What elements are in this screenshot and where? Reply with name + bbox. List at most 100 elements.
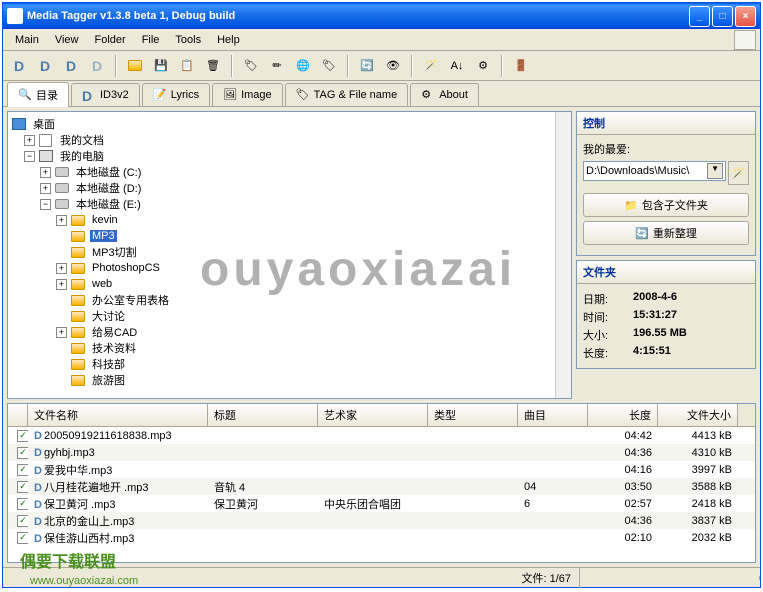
tree-discuss[interactable]: 大讨论 xyxy=(12,308,567,324)
save-icon[interactable]: 💾 xyxy=(149,54,173,78)
table-row[interactable]: ✓ D保佳游山西村.mp3 02:10 2032 kB xyxy=(8,529,755,546)
tree-science[interactable]: 科技部 xyxy=(12,356,567,372)
delete-icon[interactable]: 🗑 xyxy=(201,54,225,78)
exit-icon[interactable]: 🚪 xyxy=(509,54,533,78)
sort-icon[interactable]: A↓ xyxy=(445,54,469,78)
header-check[interactable] xyxy=(8,404,28,426)
cell-title xyxy=(208,520,318,522)
cell-title xyxy=(208,435,318,437)
tree-mp3[interactable]: MP3 xyxy=(12,228,567,244)
tab-tagfile[interactable]: 🏷TAG & File name xyxy=(285,83,409,106)
table-row[interactable]: ✓ D爱我中华.mp3 04:16 3997 kB xyxy=(8,461,755,478)
header-genre[interactable]: 类型 xyxy=(428,404,518,426)
tree-cad[interactable]: +给易CAD xyxy=(12,324,567,340)
cell-genre xyxy=(428,520,518,522)
web-icon[interactable]: 🌐 xyxy=(291,54,315,78)
expander-icon[interactable]: + xyxy=(56,279,67,290)
expander-icon[interactable]: + xyxy=(24,135,35,146)
favorites-combo[interactable]: D:\Downloads\Music\ ▼ xyxy=(583,161,726,181)
expander-icon[interactable]: + xyxy=(56,215,67,226)
minimize-button[interactable]: _ xyxy=(689,6,710,27)
close-button[interactable]: × xyxy=(735,6,756,27)
tree-mp3cut[interactable]: MP3切割 xyxy=(12,244,567,260)
menu-main[interactable]: Main xyxy=(7,32,47,48)
tag-icon[interactable]: 🏷 xyxy=(239,54,263,78)
header-filesize[interactable]: 文件大小 xyxy=(658,404,738,426)
menu-help[interactable]: Help xyxy=(209,32,248,48)
checkbox[interactable]: ✓ xyxy=(17,464,28,476)
checkbox[interactable]: ✓ xyxy=(17,532,28,544)
table-row[interactable]: ✓ D八月桂花遍地开 .mp3 音轨 4 04 03:50 3588 kB xyxy=(8,478,755,495)
tree-tech[interactable]: 技术资料 xyxy=(12,340,567,356)
expander-icon[interactable]: + xyxy=(56,327,67,338)
header-track[interactable]: 曲目 xyxy=(518,404,588,426)
expander-icon[interactable]: + xyxy=(56,263,67,274)
tree-mycomputer[interactable]: −我的电脑 xyxy=(12,148,567,164)
menu-tools[interactable]: Tools xyxy=(167,32,209,48)
cell-artist xyxy=(318,469,428,471)
folder-tree[interactable]: 桌面 +我的文档 −我的电脑 +本地磁盘 (C:) +本地磁盘 (D:) −本地… xyxy=(7,111,572,399)
header-title[interactable]: 标题 xyxy=(208,404,318,426)
tool-d1[interactable]: D xyxy=(7,54,31,78)
tree-disk-c[interactable]: +本地磁盘 (C:) xyxy=(12,164,567,180)
expander-icon[interactable]: + xyxy=(40,183,51,194)
favorites-wand-button[interactable]: 🪄 xyxy=(728,161,749,185)
checkbox[interactable]: ✓ xyxy=(17,447,28,459)
expander-icon[interactable]: − xyxy=(24,151,35,162)
table-row[interactable]: ✓ Dgyhbj.mp3 04:36 4310 kB xyxy=(8,444,755,461)
table-row[interactable]: ✓ D20050919211618838.mp3 04:42 4413 kB xyxy=(8,427,755,444)
tree-scrollbar[interactable] xyxy=(555,112,571,398)
checkbox[interactable]: ✓ xyxy=(17,430,28,442)
menu-extra-icon[interactable] xyxy=(734,30,756,50)
tool-d4[interactable]: D xyxy=(85,54,109,78)
header-filename[interactable]: 文件名称 xyxy=(28,404,208,426)
tool-d3[interactable]: D xyxy=(59,54,83,78)
checkbox[interactable]: ✓ xyxy=(17,515,28,527)
tree-mydocs[interactable]: +我的文档 xyxy=(12,132,567,148)
refresh-icon[interactable]: 🔄 xyxy=(355,54,379,78)
time-label: 时间: xyxy=(583,309,633,325)
menu-view[interactable]: View xyxy=(47,32,87,48)
cell-title xyxy=(208,452,318,454)
maximize-button[interactable]: □ xyxy=(712,6,733,27)
open-icon[interactable] xyxy=(123,54,147,78)
tag2-icon[interactable]: 🏷 xyxy=(317,54,341,78)
tree-office[interactable]: 办公室专用表格 xyxy=(12,292,567,308)
tab-id3v2[interactable]: DID3v2 xyxy=(71,83,140,106)
header-length[interactable]: 长度 xyxy=(588,404,658,426)
edit-icon[interactable]: ✏ xyxy=(265,54,289,78)
refresh-button[interactable]: 🔄重新整理 xyxy=(583,221,749,245)
expander-icon[interactable]: − xyxy=(40,199,51,210)
folder-icon xyxy=(71,263,85,274)
checkbox[interactable]: ✓ xyxy=(17,481,28,493)
tool-d2[interactable]: D xyxy=(33,54,57,78)
include-subfolder-button[interactable]: 📁包含子文件夹 xyxy=(583,193,749,217)
checkbox[interactable]: ✓ xyxy=(17,498,28,510)
tree-web[interactable]: +web xyxy=(12,276,567,292)
table-row[interactable]: ✓ D北京的金山上.mp3 04:36 3837 kB xyxy=(8,512,755,529)
tab-catalog[interactable]: 🔍目录 xyxy=(7,82,69,107)
copy-icon[interactable]: 📋 xyxy=(175,54,199,78)
wand-icon[interactable]: 🪄 xyxy=(419,54,443,78)
cell-size: 3588 kB xyxy=(658,480,738,494)
tree-disk-d[interactable]: +本地磁盘 (D:) xyxy=(12,180,567,196)
list-body[interactable]: ✓ D20050919211618838.mp3 04:42 4413 kB✓ … xyxy=(8,427,755,562)
tab-lyrics[interactable]: 📝Lyrics xyxy=(142,83,210,106)
tree-travel[interactable]: 旅游图 xyxy=(12,372,567,388)
tab-about[interactable]: ⚙About xyxy=(410,83,479,106)
tree-kevin[interactable]: +kevin xyxy=(12,212,567,228)
chevron-down-icon[interactable]: ▼ xyxy=(707,163,723,179)
menu-file[interactable]: File xyxy=(134,32,168,48)
header-artist[interactable]: 艺术家 xyxy=(318,404,428,426)
titlebar[interactable]: Media Tagger v1.3.8 beta 1, Debug build … xyxy=(3,3,760,29)
view-icon[interactable]: 👁 xyxy=(381,54,405,78)
tree-desktop[interactable]: 桌面 xyxy=(12,116,567,132)
expander-icon[interactable]: + xyxy=(40,167,51,178)
menu-folder[interactable]: Folder xyxy=(87,32,134,48)
tree-disk-e[interactable]: −本地磁盘 (E:) xyxy=(12,196,567,212)
table-row[interactable]: ✓ D保卫黄河 .mp3 保卫黄河 中央乐团合唱团 6 02:57 2418 k… xyxy=(8,495,755,512)
settings-icon[interactable]: ⚙ xyxy=(471,54,495,78)
tree-photoshopcs[interactable]: +PhotoshopCS xyxy=(12,260,567,276)
cell-genre xyxy=(428,435,518,437)
tab-image[interactable]: 🖼Image xyxy=(212,83,283,106)
